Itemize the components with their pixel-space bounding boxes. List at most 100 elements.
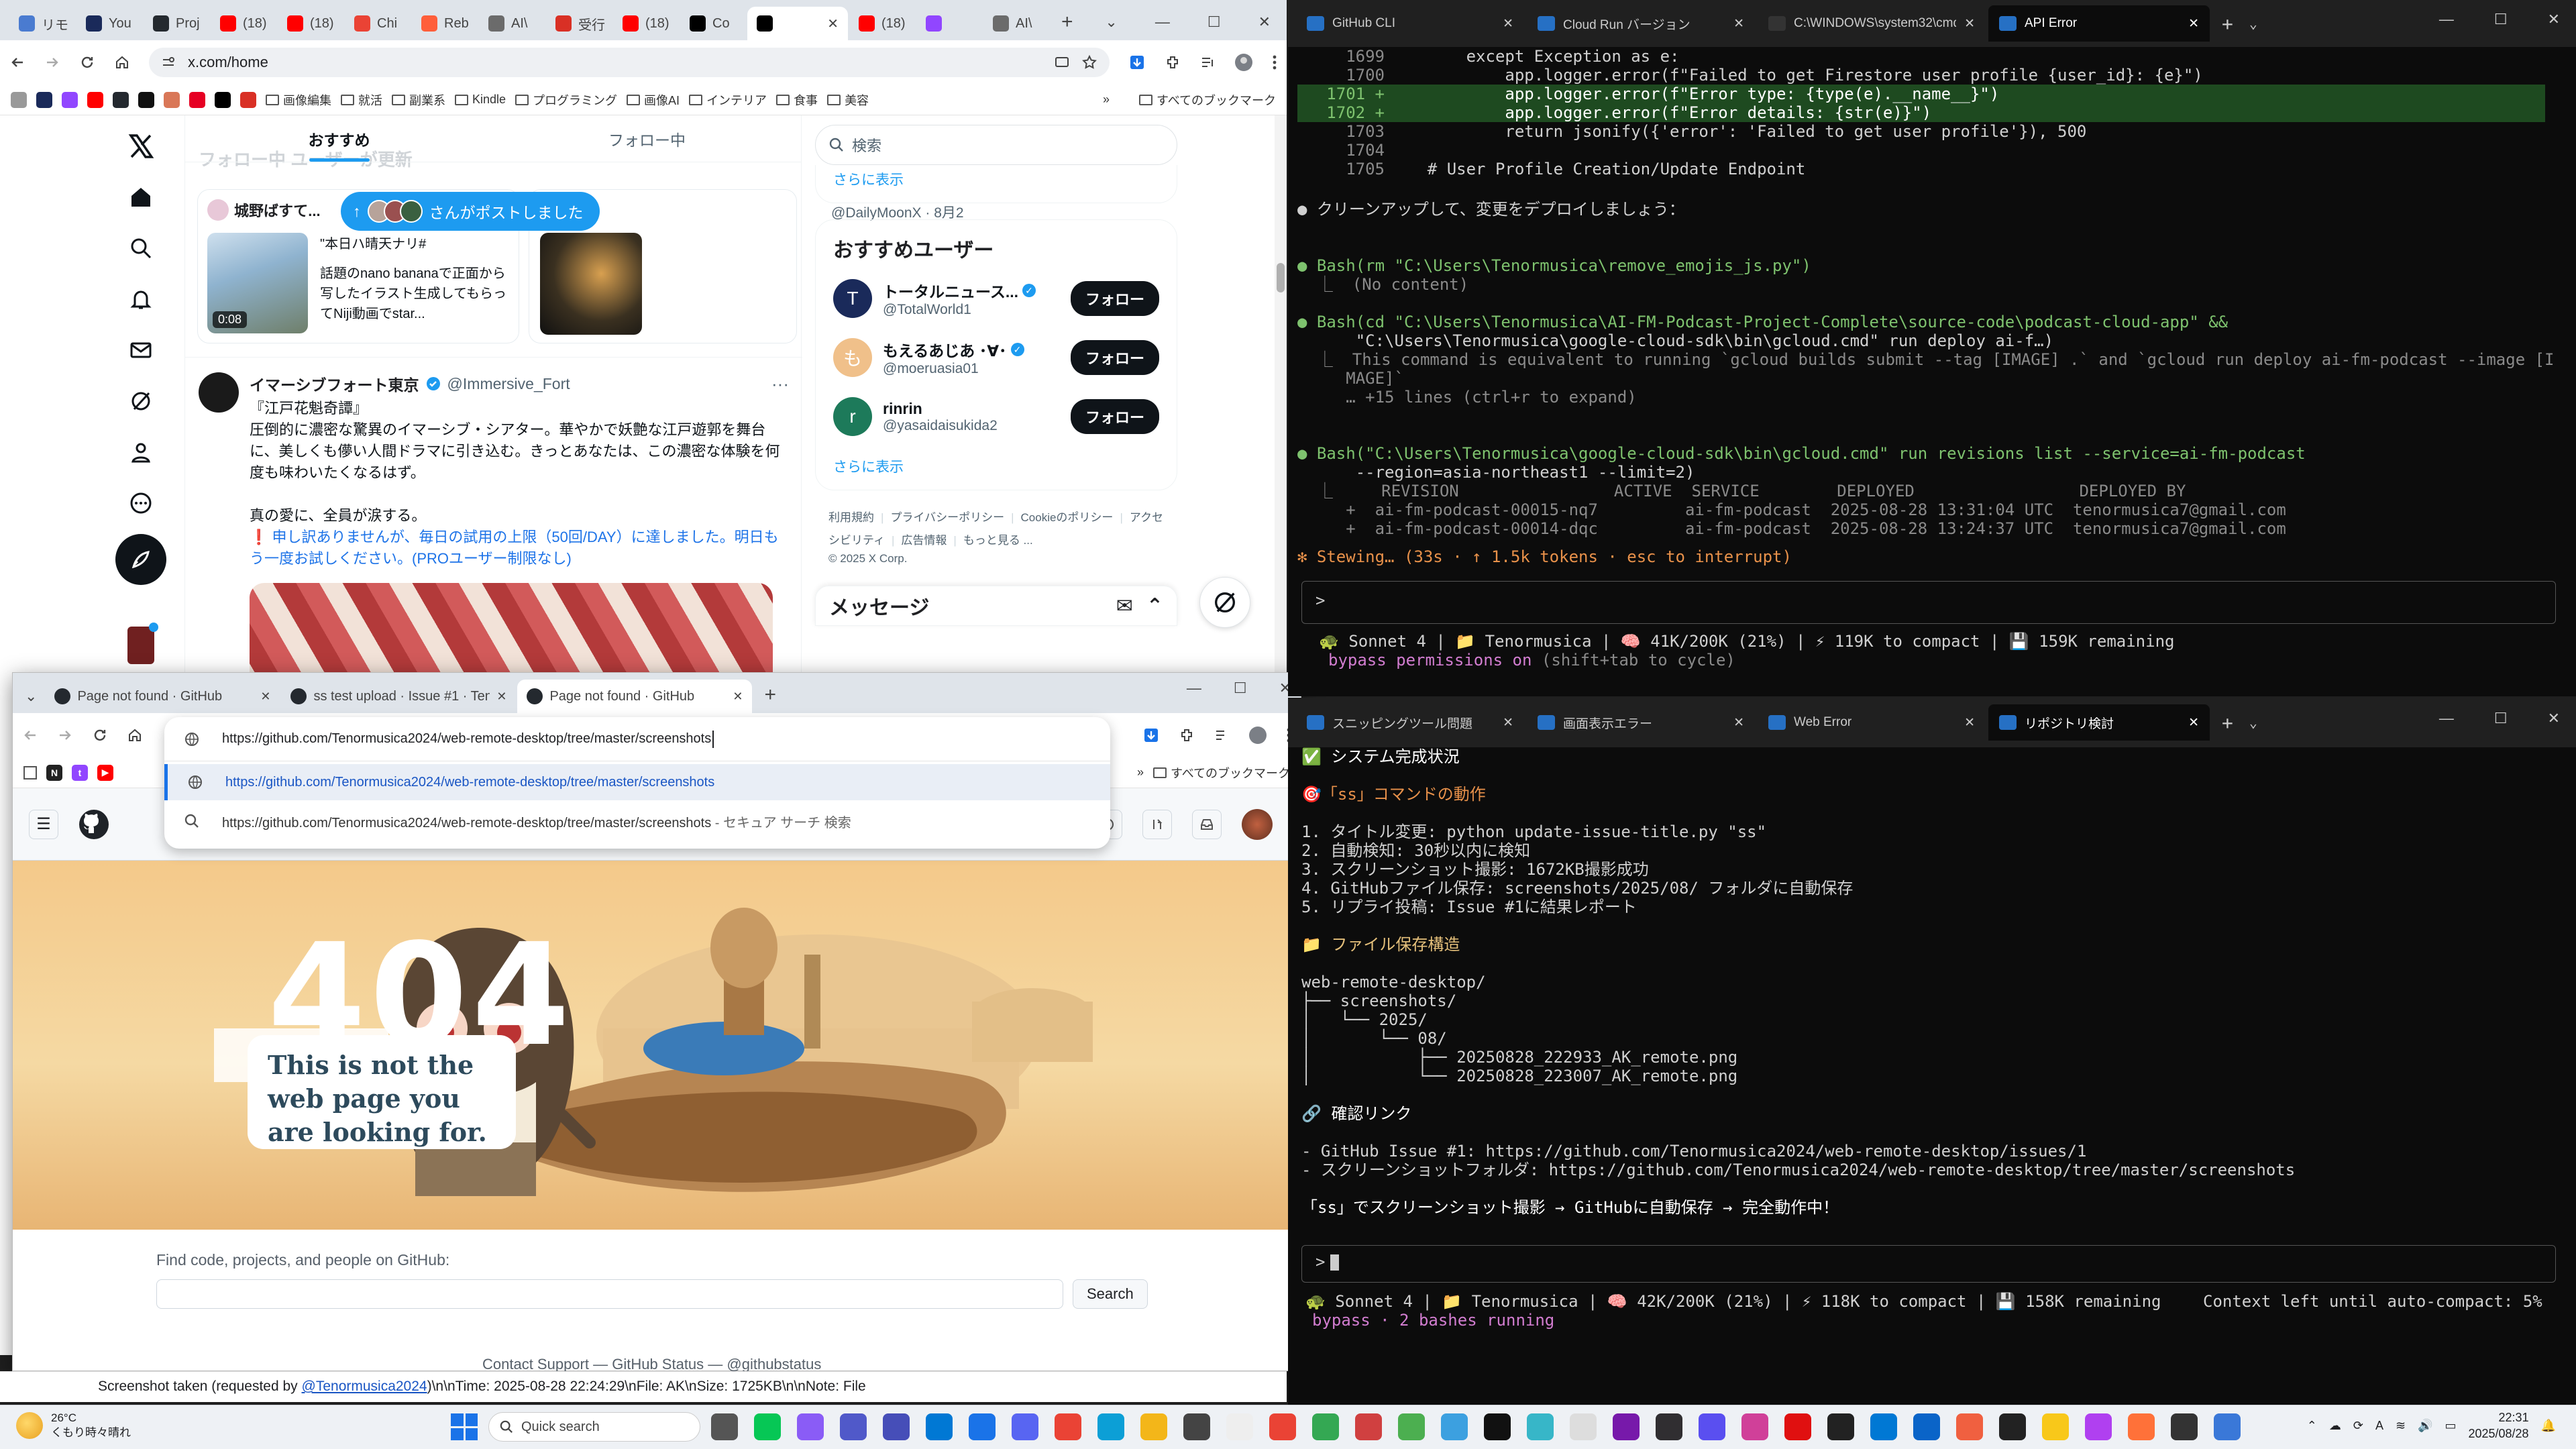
terminal-tab[interactable]: GitHub CLI ✕ — [1296, 5, 1524, 42]
browser-tab[interactable]: リモ — [9, 7, 75, 40]
clock-date[interactable]: 2025/08/28 — [2468, 1426, 2528, 1442]
status-user-link[interactable]: @Tenormusica2024 — [302, 1379, 427, 1394]
suggested-user[interactable]: ももえるあじあ ･∀･ ✓ @moeruasia01 フォロー — [833, 338, 1159, 377]
obs-icon[interactable] — [1656, 1413, 1682, 1440]
maximize-icon[interactable]: ☐ — [1208, 13, 1221, 31]
browser-tab[interactable]: Reb — [412, 7, 478, 40]
taskbar-search[interactable]: Quick search — [488, 1412, 700, 1442]
close-icon[interactable]: ✕ — [2188, 16, 2199, 32]
chrome-icon[interactable] — [1055, 1413, 1081, 1440]
capcut-icon[interactable] — [1484, 1413, 1511, 1440]
home-icon[interactable] — [114, 54, 130, 70]
close-icon[interactable]: ✕ — [1258, 13, 1271, 31]
bookmark-folder[interactable]: 画像編集 — [266, 91, 331, 109]
omnibox-input-text[interactable]: https://github.com/Tenormusica2024/web-r… — [222, 731, 711, 747]
onenote-icon[interactable] — [1613, 1413, 1640, 1440]
browser-tab[interactable]: (18) — [211, 7, 276, 40]
browser-tab[interactable]: 受行 — [546, 7, 612, 40]
x-logo-icon[interactable] — [121, 126, 161, 166]
download-icon[interactable] — [1128, 54, 1146, 71]
messages-envelope-icon[interactable] — [121, 330, 161, 370]
line-icon[interactable] — [754, 1413, 781, 1440]
footer-link[interactable]: Cookieのポリシー — [1021, 511, 1114, 524]
close-icon[interactable]: ✕ — [2548, 710, 2560, 727]
profile-icon[interactable] — [121, 432, 161, 472]
terminal-tab[interactable]: リポジトリ検討 ✕ — [1988, 704, 2210, 741]
new-tab-icon[interactable]: + — [1061, 11, 1073, 34]
terminal-icon[interactable] — [2171, 1413, 2198, 1440]
new-posts-toast[interactable]: ↑ さんがポストしました — [341, 192, 600, 231]
vscode-icon[interactable] — [1870, 1413, 1897, 1440]
firefox-icon[interactable] — [2128, 1413, 2155, 1440]
browser-tab[interactable]: ss test upload · Issue #1 · Tenor ✕ — [281, 680, 516, 713]
suggested-user[interactable]: T トータルニュース... ✓ @TotalWorld1 フォロー — [833, 279, 1159, 318]
vocal-icon[interactable] — [1527, 1413, 1554, 1440]
browser-tab[interactable]: Proj — [144, 7, 209, 40]
youtube-icon[interactable] — [87, 91, 103, 108]
address-bar[interactable]: x.com/home — [149, 48, 1110, 77]
browser-tab[interactable] — [916, 7, 982, 40]
follow-button[interactable]: フォロー — [1070, 399, 1159, 434]
battery-icon[interactable]: ▭ — [2445, 1419, 2456, 1433]
terminal-tab[interactable]: Web Error ✕ — [1758, 704, 1986, 741]
browser-tab[interactable]: Co — [680, 7, 746, 40]
x-search-box[interactable]: 検索 — [815, 125, 1177, 165]
volume-icon[interactable]: 🔊 — [2418, 1419, 2432, 1433]
apps-grid-icon[interactable] — [23, 765, 37, 780]
github-search-button[interactable]: Search — [1073, 1279, 1148, 1309]
browser-tab[interactable]: AI\ — [983, 7, 1049, 40]
avatar[interactable] — [199, 372, 239, 413]
new-tab-icon[interactable]: + — [2222, 13, 2233, 35]
bookmark-folder[interactable]: インテリア — [689, 91, 767, 109]
sync-icon[interactable]: ⟳ — [2353, 1419, 2363, 1433]
close-icon[interactable]: ✕ — [2188, 715, 2199, 731]
post-author-handle[interactable]: @Immersive_Fort — [447, 375, 570, 393]
chevron-down-icon[interactable]: ⌄ — [1105, 13, 1117, 31]
all-bookmarks-folder[interactable]: すべてのブックマーク — [1152, 764, 1290, 782]
file-icon[interactable] — [1226, 1413, 1253, 1440]
account-avatar[interactable] — [121, 623, 161, 665]
terminal-tab[interactable]: C:\WINDOWS\system32\cmd. ✕ — [1758, 5, 1986, 42]
grok-icon[interactable] — [121, 381, 161, 421]
browser-tab[interactable]: You — [76, 7, 142, 40]
inbox-icon[interactable] — [1192, 809, 1222, 839]
expand-drawer-icon[interactable]: ⌃ — [1146, 594, 1163, 618]
onedrive-icon[interactable]: ☁ — [2329, 1419, 2341, 1433]
follow-button[interactable]: フォロー — [1070, 281, 1159, 316]
bookmark-folder[interactable]: プログラミング — [515, 91, 617, 109]
store-icon[interactable] — [969, 1413, 996, 1440]
notifications-bell-icon[interactable] — [121, 279, 161, 319]
avatar[interactable]: r — [833, 397, 872, 436]
forward-icon[interactable] — [44, 54, 60, 70]
outlook-icon[interactable] — [1913, 1413, 1940, 1440]
post-author-name[interactable]: イマーシブフォート東京 — [250, 372, 419, 395]
terminal-tab[interactable]: スニッピングツール問題 ✕ — [1296, 704, 1524, 741]
cast-icon[interactable] — [1055, 55, 1069, 70]
media-icon[interactable] — [1214, 727, 1230, 743]
acrobat-icon[interactable] — [1784, 1413, 1811, 1440]
post-compose-button[interactable] — [115, 534, 166, 585]
ime-indicator[interactable]: A — [2375, 1419, 2383, 1433]
maximize-icon[interactable]: ☐ — [1234, 680, 1247, 697]
minimize-icon[interactable]: — — [1187, 680, 1201, 697]
calculator-icon[interactable] — [2214, 1413, 2241, 1440]
pull-requests-icon[interactable] — [1142, 809, 1172, 839]
terminal-tab[interactable]: API Error ✕ — [1988, 5, 2210, 42]
wifi-icon[interactable]: ≋ — [2396, 1419, 2406, 1433]
profile-avatar-icon[interactable] — [1234, 53, 1253, 72]
close-icon[interactable]: ✕ — [733, 690, 743, 704]
github-icon[interactable] — [113, 91, 129, 108]
bookmark-folder[interactable]: 食事 — [776, 91, 818, 109]
all-bookmarks-folder[interactable]: すべてのブックマーク — [1138, 91, 1276, 109]
minimize-icon[interactable]: — — [2439, 710, 2454, 727]
apps-grid-icon[interactable] — [11, 91, 27, 108]
git-icon[interactable] — [1183, 1413, 1210, 1440]
chrome-icon[interactable] — [1269, 1413, 1296, 1440]
minimize-icon[interactable]: — — [2439, 11, 2454, 28]
minimize-icon[interactable]: — — [1155, 13, 1170, 31]
chevron-up-icon[interactable]: ⌃ — [2307, 1419, 2317, 1433]
gmail-icon[interactable] — [240, 91, 256, 108]
maximize-icon[interactable]: ☐ — [2494, 11, 2508, 28]
terminal-icon[interactable] — [1999, 1413, 2026, 1440]
chrome-icon[interactable] — [1312, 1413, 1339, 1440]
